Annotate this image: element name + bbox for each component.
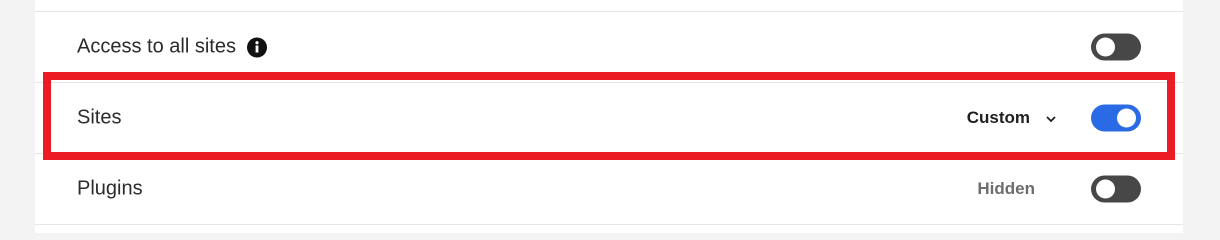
plugins-label-group: Plugins <box>77 178 143 201</box>
plugins-label: Plugins <box>77 177 143 200</box>
sites-row: Sites Custom <box>35 83 1183 154</box>
access-all-sites-row: Access to all sites <box>35 12 1183 83</box>
sites-label-group: Sites <box>77 107 121 130</box>
info-icon[interactable] <box>246 36 268 58</box>
chevron-down-icon <box>1044 111 1058 125</box>
sites-toggle[interactable] <box>1091 104 1141 132</box>
access-all-sites-label-group: Access to all sites <box>77 36 268 59</box>
plugins-visibility-status: Hidden <box>977 179 1035 199</box>
plugins-toggle[interactable] <box>1091 175 1141 203</box>
permissions-panel: Access to all sites Sites Custom Plugins… <box>35 0 1183 233</box>
plugins-row: Plugins Hidden <box>35 154 1183 225</box>
sites-scope-value: Custom <box>966 108 1030 127</box>
sites-label: Sites <box>77 106 122 129</box>
toggle-knob <box>1096 179 1115 199</box>
toggle-knob <box>1117 108 1136 128</box>
sites-scope-dropdown[interactable]: Custom <box>967 108 1058 128</box>
row-divider <box>35 0 1183 12</box>
access-all-sites-label: Access to all sites <box>77 35 236 58</box>
plugins-visibility-value: Hidden <box>977 179 1035 198</box>
toggle-knob <box>1096 37 1115 57</box>
access-all-sites-toggle[interactable] <box>1091 33 1141 61</box>
